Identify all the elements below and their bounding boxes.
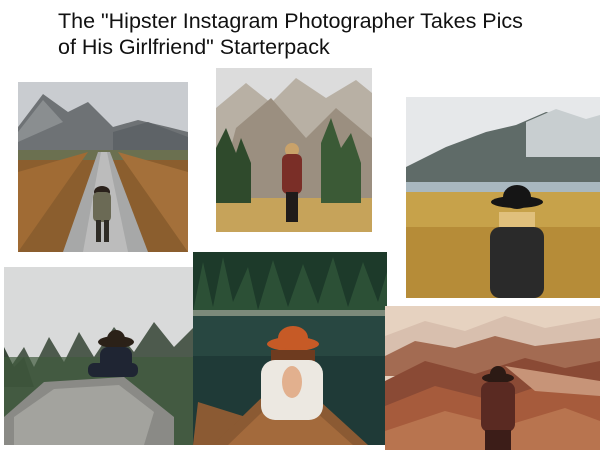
photo-golden-field [406,97,600,298]
photo-forest-valley [216,68,372,232]
meme-title: The "Hipster Instagram Photographer Take… [58,8,598,60]
photo-painted-hills [385,306,600,450]
photo-foggy-rock [4,267,194,445]
title-line-2: of His Girlfriend" Starterpack [58,35,330,59]
photo-road-mountains [18,82,188,252]
photo-canoe-lake [193,252,387,445]
title-line-1: The "Hipster Instagram Photographer Take… [58,9,523,33]
